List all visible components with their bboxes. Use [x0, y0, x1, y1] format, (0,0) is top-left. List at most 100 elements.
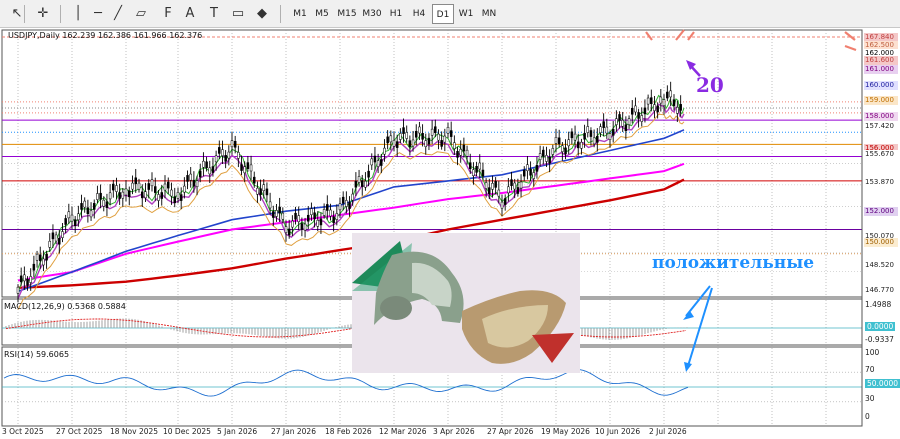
- candle-body: [218, 147, 221, 154]
- candle-body: [666, 91, 669, 99]
- macd-axis-label: 1.4988: [865, 300, 892, 309]
- candle-body: [395, 141, 399, 148]
- candle-body: [434, 126, 437, 133]
- candle-body: [399, 133, 402, 140]
- candle-body: [608, 133, 612, 140]
- candle-body: [662, 99, 666, 106]
- candle-body: [424, 140, 428, 147]
- candle-body: [121, 191, 125, 199]
- candle-body: [310, 208, 313, 215]
- timeframe-h4[interactable]: H4: [408, 4, 430, 24]
- candle-body: [345, 200, 348, 207]
- candle-body: [484, 182, 488, 189]
- price-axis-label: 152.000: [864, 206, 898, 216]
- trendline-icon[interactable]: ╱: [108, 4, 128, 24]
- fibonacci-icon[interactable]: F: [158, 4, 178, 24]
- horizontal-line-icon[interactable]: ─: [88, 4, 108, 24]
- candle-body: [23, 274, 26, 282]
- timeframe-h1[interactable]: H1: [386, 4, 406, 24]
- timeframe-m30[interactable]: M30: [360, 4, 384, 24]
- candle-body: [360, 180, 364, 187]
- candle-body: [326, 204, 329, 211]
- candle-body: [589, 130, 593, 137]
- candle-body: [459, 149, 462, 156]
- candle-body: [167, 181, 170, 189]
- rsi-label: RSI(14) 59.6065: [4, 350, 70, 359]
- candle-body: [243, 166, 246, 174]
- vertical-line-icon[interactable]: │: [68, 4, 88, 24]
- date-axis-label: 5 Jan 2026: [217, 427, 258, 436]
- candle-body: [45, 253, 48, 261]
- candle-body: [249, 164, 253, 172]
- candle-body: [268, 201, 272, 209]
- candle-body: [108, 192, 112, 200]
- candle-body: [131, 182, 134, 190]
- price-axis-label: 150.000: [864, 237, 898, 247]
- candle-body: [322, 209, 326, 216]
- salmon-arrow: [687, 31, 695, 41]
- candle-body: [351, 193, 354, 201]
- candle-body: [596, 136, 599, 143]
- rectangle-icon[interactable]: ▭: [228, 4, 248, 24]
- candle-body: [70, 214, 74, 222]
- timeframe-m15[interactable]: M15: [336, 4, 358, 24]
- candle-body: [402, 127, 405, 134]
- timeframe-d1[interactable]: D1: [432, 4, 454, 24]
- candle-body: [573, 133, 577, 141]
- channel-icon[interactable]: ▱: [131, 4, 151, 24]
- timeframe-m1[interactable]: M1: [290, 4, 310, 24]
- candle-body: [602, 121, 605, 128]
- candle-body: [332, 216, 335, 224]
- rsi-axis-label: 100: [865, 348, 880, 357]
- annotation-number: 20: [696, 73, 724, 97]
- candle-body: [430, 128, 434, 136]
- text-icon[interactable]: A: [180, 4, 200, 24]
- macd-axis-label: -0.9337: [865, 335, 894, 344]
- chart-area[interactable]: USDJPY,Daily 162.239 162.386 161.966 162…: [0, 28, 900, 439]
- candle-body: [615, 118, 618, 125]
- candle-body: [408, 140, 412, 147]
- candle-body: [313, 212, 316, 220]
- candle-body: [376, 160, 380, 167]
- candle-body: [669, 90, 672, 98]
- candle-body: [437, 133, 440, 141]
- price-axis-label: 146.770: [864, 285, 898, 295]
- candle-body: [105, 201, 109, 208]
- candle-body: [586, 126, 590, 133]
- candle-body: [54, 234, 58, 242]
- candle-body: [83, 200, 86, 208]
- candle-body: [183, 185, 186, 193]
- timeframe-mn[interactable]: MN: [478, 4, 500, 24]
- crosshair-icon[interactable]: ✛: [33, 4, 53, 24]
- candle-body: [160, 192, 163, 199]
- timeframe-w1[interactable]: W1: [456, 4, 476, 24]
- candle-body: [291, 220, 294, 228]
- candle-body: [67, 211, 71, 219]
- candle-body: [386, 136, 389, 144]
- candle-body: [532, 172, 536, 179]
- date-axis-label: 27 Apr 2026: [487, 427, 534, 436]
- candle-body: [173, 196, 176, 204]
- shapes-icon[interactable]: ◆: [252, 4, 272, 24]
- candle-body: [456, 151, 459, 158]
- price-axis-label: 155.670: [864, 149, 898, 159]
- candle-body: [272, 211, 275, 218]
- candle-body: [624, 124, 628, 132]
- candle-body: [605, 126, 609, 134]
- candle-body: [383, 147, 386, 155]
- candle-body: [373, 155, 377, 163]
- candle-body: [221, 149, 224, 156]
- candle-body: [141, 191, 144, 199]
- text-label-icon[interactable]: T: [204, 4, 224, 24]
- candle-body: [554, 137, 558, 144]
- candle-body: [367, 170, 370, 178]
- candle-body: [478, 162, 482, 170]
- candle-body: [237, 152, 240, 159]
- candle-body: [370, 158, 374, 166]
- rsi-axis-label: 0: [865, 412, 870, 421]
- date-axis-label: 27 Jan 2026: [271, 427, 316, 436]
- timeframe-m5[interactable]: M5: [312, 4, 332, 24]
- candle-body: [491, 183, 494, 190]
- candle-body: [542, 149, 545, 157]
- candle-body: [475, 166, 478, 173]
